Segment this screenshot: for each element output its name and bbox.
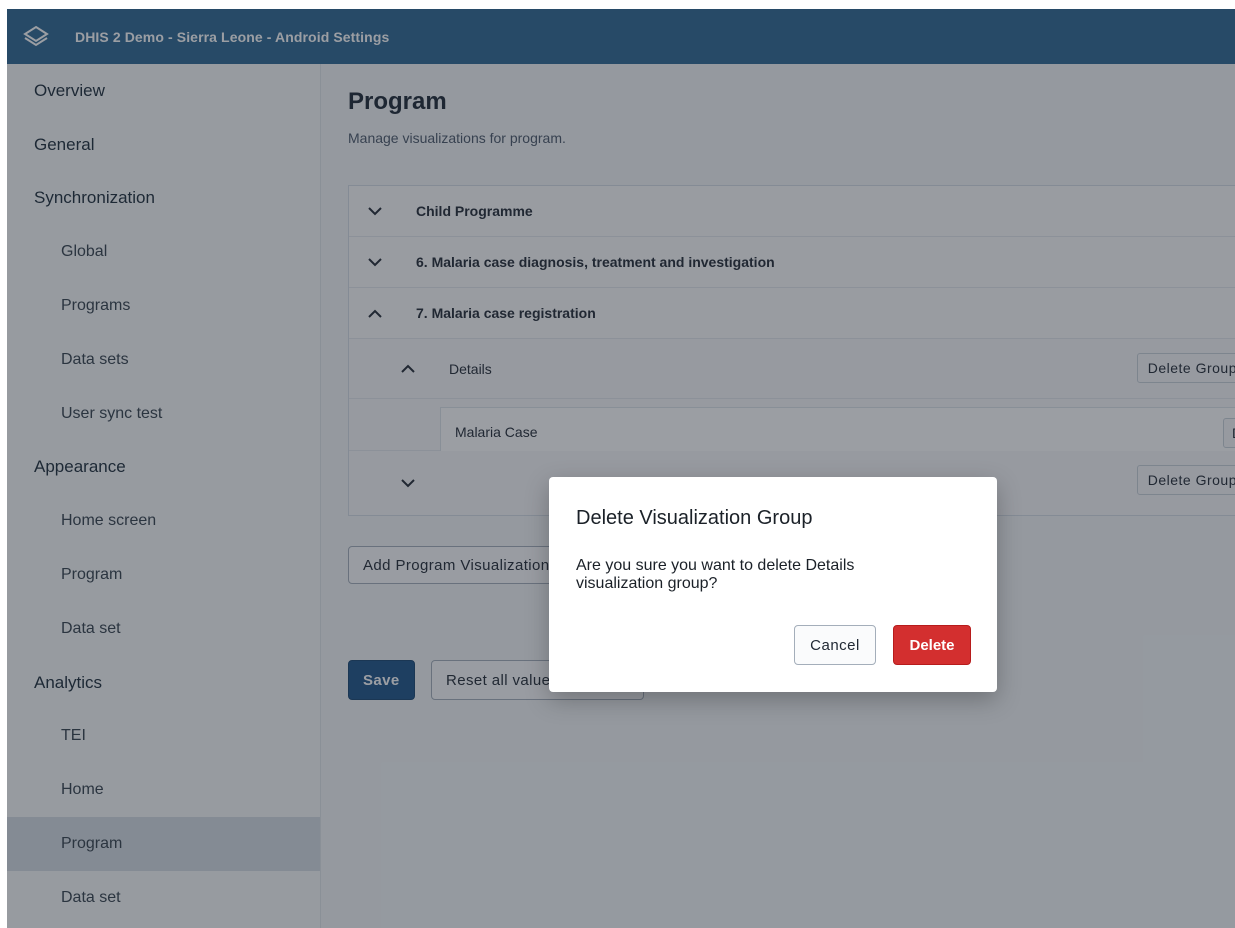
cancel-button[interactable]: Cancel xyxy=(794,625,876,665)
confirm-delete-button[interactable]: Delete xyxy=(893,625,971,665)
dialog-message: Are you sure you want to delete Details … xyxy=(576,557,855,592)
app-window: DHIS 2 Demo - Sierra Leone - Android Set… xyxy=(7,9,1235,928)
dialog-title: Delete Visualization Group xyxy=(576,507,813,529)
modal-backdrop[interactable] xyxy=(7,9,1235,928)
delete-group-dialog: Delete Visualization Group Are you sure … xyxy=(549,477,997,692)
